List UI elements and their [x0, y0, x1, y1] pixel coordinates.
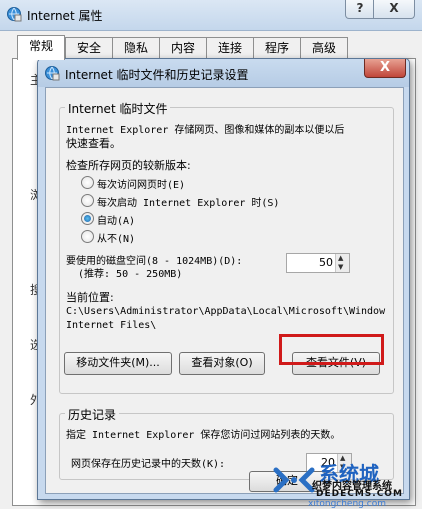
move-folder-button[interactable]: 移动文件夹(M)... [64, 352, 172, 375]
highlight-box [279, 334, 384, 365]
disk-space-value: 50 [319, 256, 333, 269]
disk-space-stepper[interactable]: ▲ ▼ [335, 254, 349, 272]
disk-space-spinner[interactable]: 50 ▲ ▼ [286, 253, 350, 273]
temp-files-description: Internet Explorer 存储网页、图像和媒体的副本以便以后 [66, 125, 345, 136]
outer-window-title: Internet 属性 [27, 9, 103, 23]
current-location-label: 当前位置: [66, 291, 114, 304]
dialog-close-button[interactable]: X [364, 59, 406, 78]
tab-advanced[interactable]: 高级 [300, 37, 348, 58]
disk-space-recommendation: (推荐: 50 - 250MB) [78, 269, 183, 280]
history-description: 指定 Internet Explorer 保存您访问过网站列表的天数。 [66, 430, 341, 441]
dialog-title: Internet 临时文件和历史记录设置 [65, 68, 249, 82]
tab-general[interactable]: 常规 [17, 35, 65, 60]
radio-never-label: 从不(N) [97, 234, 136, 245]
tab-content[interactable]: 内容 [159, 37, 207, 58]
check-versions-label: 检查所存网页的较新版本: [66, 159, 191, 172]
radio-every-visit-label: 每次访问网页时(E) [97, 180, 186, 191]
radio-automatic[interactable] [81, 212, 94, 225]
history-days-label: 网页保存在历史记录中的天数(K): [71, 459, 226, 470]
outer-title-bar: Internet 属性 ? X [0, 0, 422, 31]
spin-down-icon[interactable]: ▼ [338, 264, 343, 271]
watermark-line2: DEDECMS.COM [316, 489, 403, 499]
outer-close-button[interactable]: X [373, 0, 415, 19]
dialog-title-bar: Internet 临时文件和历史记录设置 X [38, 59, 409, 87]
dialog-body: Internet 临时文件 Internet Explorer 存储网页、图像和… [45, 87, 404, 494]
watermark-line3: xitongcheng.com [308, 499, 386, 509]
view-objects-button[interactable]: 查看对象(O) [179, 352, 265, 375]
radio-never[interactable] [81, 230, 94, 243]
radio-every-start-label: 每次启动 Internet Explorer 时(S) [97, 198, 280, 209]
internet-options-icon [7, 7, 22, 22]
history-legend: 历史记录 [65, 406, 120, 423]
radio-automatic-label: 自动(A) [97, 216, 136, 227]
current-location-path: C:\Users\Administrator\AppData\Local\Mic… [66, 306, 386, 317]
tab-programs[interactable]: 程序 [253, 37, 301, 58]
tab-security[interactable]: 安全 [65, 37, 113, 58]
spin-up-icon[interactable]: ▲ [338, 255, 343, 262]
watermark-logo-icon [273, 467, 315, 493]
current-location-path-cont: Internet Files\ [66, 320, 157, 331]
temp-files-description-cont: 快速查看。 [66, 137, 121, 150]
internet-options-icon [45, 66, 60, 81]
tab-connections[interactable]: 连接 [206, 37, 254, 58]
watermark: 系统城 织梦内容管理系统 DEDECMS.COM xitongcheng.com [272, 460, 422, 509]
radio-every-visit[interactable] [81, 176, 94, 189]
tab-privacy[interactable]: 隐私 [112, 37, 160, 58]
temp-files-settings-dialog: Internet 临时文件和历史记录设置 X Internet 临时文件 Int… [37, 58, 410, 500]
radio-every-start[interactable] [81, 194, 94, 207]
help-button[interactable]: ? [345, 0, 375, 19]
temp-files-legend: Internet 临时文件 [65, 100, 171, 117]
